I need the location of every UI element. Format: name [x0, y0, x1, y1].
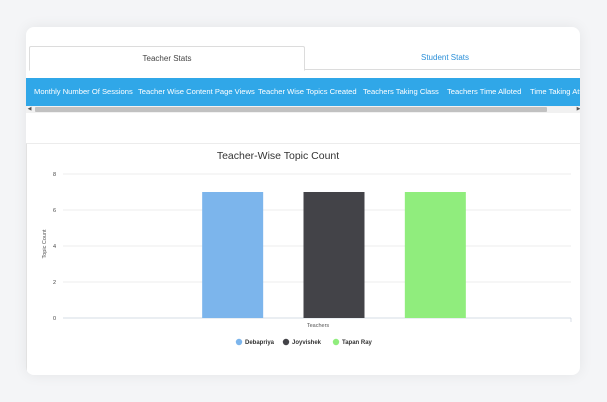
topic-count-chart: Teacher-Wise Topic Count 02468 Teachers … [42, 150, 572, 346]
horizontal-scrollbar[interactable]: ◀ ▶ [26, 106, 580, 113]
y-tick-label: 2 [53, 280, 56, 286]
report-navbar: Monthly Number Of Sessions Teacher Wise … [26, 78, 580, 106]
nav-monthly-sessions[interactable]: Monthly Number Of Sessions [34, 78, 133, 106]
nav-teachers-taking-class[interactable]: Teachers Taking Class [363, 78, 439, 106]
legend-label: Tapan Ray [342, 340, 373, 346]
tab-teacher-stats[interactable]: Teacher Stats [29, 46, 305, 71]
legend-marker [332, 338, 340, 346]
legend-label: Joyvishek [292, 340, 322, 346]
tab-student-stats[interactable]: Student Stats [305, 46, 580, 70]
y-axis-title: Topic Count [42, 229, 48, 259]
legend-item[interactable]: Tapan Ray [332, 338, 373, 346]
scroll-right-icon[interactable]: ▶ [575, 106, 580, 113]
stats-tabs: Teacher Stats Student Stats [29, 46, 580, 71]
chart-panel: Teacher-Wise Topic Count 02468 Teachers … [26, 143, 580, 375]
bar-debapriya[interactable] [202, 192, 264, 318]
scrollbar-thumb[interactable] [35, 107, 547, 112]
legend-marker [282, 338, 290, 346]
y-tick-label: 6 [53, 208, 56, 214]
y-tick-label: 8 [53, 172, 56, 178]
scroll-left-icon[interactable]: ◀ [26, 106, 33, 113]
legend-item[interactable]: Debapriya [235, 338, 275, 346]
bar-tapan-ray[interactable] [404, 192, 466, 318]
nav-time-taking-attendance[interactable]: Time Taking Atte [530, 78, 580, 106]
chart-title: Teacher-Wise Topic Count [217, 150, 339, 162]
nav-teacher-content-views[interactable]: Teacher Wise Content Page Views [138, 78, 255, 106]
legend-marker [235, 338, 243, 346]
y-tick-label: 4 [53, 244, 56, 250]
x-axis-title: Teachers [307, 323, 330, 329]
stats-card: Teacher Stats Student Stats Monthly Numb… [26, 27, 580, 375]
nav-teachers-time-alloted[interactable]: Teachers Time Alloted [447, 78, 521, 106]
bar-joyvishek[interactable] [303, 192, 365, 318]
y-tick-label: 0 [53, 316, 56, 322]
nav-teacher-topics-created[interactable]: Teacher Wise Topics Created [258, 78, 357, 106]
legend-item[interactable]: Joyvishek [282, 338, 322, 346]
legend-label: Debapriya [245, 340, 275, 346]
